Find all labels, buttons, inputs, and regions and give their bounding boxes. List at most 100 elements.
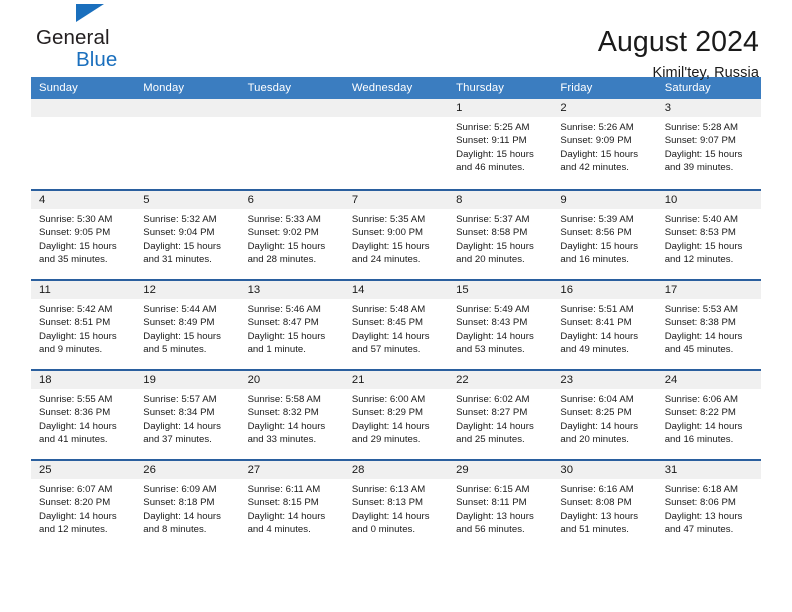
day-details: Sunrise: 6:13 AM Sunset: 8:13 PM Daylight:… [344, 479, 448, 537]
day-detail-line: Sunset: 9:02 PM [247, 227, 319, 239]
day-detail-line: Sunset: 9:05 PM [39, 227, 111, 239]
day-detail-line: and 20 minutes. [560, 434, 629, 446]
day-details: Sunrise: 6:00 AM Sunset: 8:29 PM Daylight:… [344, 389, 448, 447]
calendar-day-cell[interactable]: 2 Sunrise: 5:26 AM Sunset: 9:09 PM Daylight… [552, 99, 657, 189]
day-number: 8 [448, 191, 553, 209]
calendar-day-cell[interactable]: 19 Sunrise: 5:57 AM Sunset: 8:34 PM Dayligh… [135, 371, 240, 459]
calendar-day-cell[interactable]: 21 Sunrise: 6:00 AM Sunset: 8:29 PM Dayligh… [343, 371, 449, 459]
calendar-day-cell[interactable]: 12 Sunrise: 5:44 AM Sunset: 8:49 PM Dayligh… [135, 281, 240, 369]
calendar-day-cell[interactable]: 13 Sunrise: 5:46 AM Sunset: 8:47 PM Dayligh… [239, 281, 344, 369]
day-detail-line: and 39 minutes. [664, 162, 734, 174]
day-detail-line: Sunset: 8:29 PM [351, 407, 424, 419]
calendar-week-row: 1 Sunrise: 5:25 AM Sunset: 9:11 PM Daylight… [31, 99, 761, 189]
day-details: Sunrise: 5:37 AM Sunset: 8:58 PM Daylight:… [448, 209, 552, 267]
day-detail-line: Sunrise: 5:42 AM [39, 304, 113, 315]
day-number: 21 [343, 371, 449, 389]
calendar-day-cell[interactable]: 31 Sunrise: 6:18 AM Sunset: 8:06 PM Dayligh… [656, 461, 761, 549]
day-detail-line: Daylight: 14 hours [560, 330, 639, 342]
day-details: Sunrise: 6:02 AM Sunset: 8:27 PM Daylight:… [448, 389, 552, 447]
day-details: Sunrise: 6:06 AM Sunset: 8:22 PM Daylight:… [657, 389, 761, 447]
calendar-day-cell[interactable]: 20 Sunrise: 5:58 AM Sunset: 8:32 PM Dayligh… [239, 371, 344, 459]
day-detail-line: Sunrise: 5:58 AM [247, 394, 321, 405]
day-details: Sunrise: 5:42 AM Sunset: 8:51 PM Daylight:… [31, 299, 135, 357]
day-detail-line: Daylight: 14 hours [456, 330, 534, 342]
day-detail-line: and 41 minutes. [39, 434, 108, 446]
calendar-day-cell[interactable]: 18 Sunrise: 5:55 AM Sunset: 8:36 PM Dayligh… [31, 371, 136, 459]
calendar-day-cell[interactable]: 4 Sunrise: 5:30 AM Sunset: 9:05 PM Daylight… [31, 191, 136, 279]
day-detail-line: Daylight: 14 hours [143, 510, 221, 522]
day-number: 10 [656, 191, 761, 209]
day-detail-line: Sunset: 8:22 PM [664, 407, 736, 419]
day-details [344, 117, 448, 121]
calendar-day-cell[interactable]: 3 Sunrise: 5:28 AM Sunset: 9:07 PM Daylight… [656, 99, 761, 189]
calendar-day-cell-empty [343, 99, 449, 189]
day-detail-line: and 47 minutes. [664, 524, 734, 536]
calendar-day-cell[interactable]: 9 Sunrise: 5:39 AM Sunset: 8:56 PM Daylight… [552, 191, 657, 279]
day-detail-line: Daylight: 14 hours [456, 420, 534, 432]
day-detail-line: and 46 minutes. [456, 162, 525, 174]
calendar-day-cell[interactable]: 10 Sunrise: 5:40 AM Sunset: 8:53 PM Dayligh… [656, 191, 761, 279]
day-detail-line: and 0 minutes. [351, 524, 416, 536]
day-detail-line: and 35 minutes. [39, 254, 108, 266]
calendar-day-cell[interactable]: 11 Sunrise: 5:42 AM Sunset: 8:51 PM Dayligh… [31, 281, 136, 369]
calendar-week-row: 4 Sunrise: 5:30 AM Sunset: 9:05 PM Daylight… [31, 189, 761, 279]
day-detail-line: Sunset: 9:09 PM [560, 135, 632, 147]
calendar-day-cell[interactable]: 22 Sunrise: 6:02 AM Sunset: 8:27 PM Dayligh… [448, 371, 553, 459]
calendar-day-cell[interactable]: 24 Sunrise: 6:06 AM Sunset: 8:22 PM Dayligh… [656, 371, 761, 459]
day-detail-line: Sunrise: 5:51 AM [560, 304, 634, 315]
day-number: 6 [239, 191, 344, 209]
calendar-day-cell[interactable]: 14 Sunrise: 5:48 AM Sunset: 8:45 PM Dayligh… [343, 281, 449, 369]
day-detail-line: Sunset: 8:45 PM [351, 317, 424, 329]
day-detail-line: Sunrise: 5:49 AM [456, 304, 530, 315]
day-detail-line: Sunrise: 6:15 AM [456, 484, 530, 495]
calendar-day-cell[interactable]: 23 Sunrise: 6:04 AM Sunset: 8:25 PM Dayligh… [552, 371, 657, 459]
day-number: 19 [135, 371, 240, 389]
day-number: 4 [31, 191, 136, 209]
calendar-day-cell[interactable]: 26 Sunrise: 6:09 AM Sunset: 8:18 PM Dayligh… [135, 461, 240, 549]
day-number [135, 99, 240, 117]
day-detail-line: Sunset: 8:51 PM [39, 317, 111, 329]
weekday-tuesday: Tuesday [247, 82, 292, 94]
day-detail-line: Sunrise: 5:25 AM [456, 122, 530, 133]
day-detail-line: Sunrise: 5:37 AM [456, 214, 530, 225]
day-detail-line: Daylight: 14 hours [247, 420, 326, 432]
calendar-day-cell[interactable]: 7 Sunrise: 5:35 AM Sunset: 9:00 PM Daylight… [343, 191, 449, 279]
calendar-day-cell[interactable]: 15 Sunrise: 5:49 AM Sunset: 8:43 PM Dayligh… [448, 281, 553, 369]
day-detail-line: Sunset: 8:13 PM [351, 497, 424, 509]
day-detail-line: Daylight: 15 hours [456, 240, 534, 252]
calendar-day-cell[interactable]: 27 Sunrise: 6:11 AM Sunset: 8:15 PM Dayligh… [239, 461, 344, 549]
day-detail-line: Sunrise: 5:39 AM [560, 214, 634, 225]
calendar-day-cell[interactable]: 6 Sunrise: 5:33 AM Sunset: 9:02 PM Daylight… [239, 191, 344, 279]
calendar-day-cell[interactable]: 8 Sunrise: 5:37 AM Sunset: 8:58 PM Daylight… [448, 191, 553, 279]
day-number: 23 [552, 371, 657, 389]
calendar-day-cell[interactable]: 1 Sunrise: 5:25 AM Sunset: 9:11 PM Daylight… [448, 99, 553, 189]
day-details [135, 117, 239, 121]
day-detail-line: Sunrise: 5:55 AM [39, 394, 113, 405]
calendar-day-cell-empty [135, 99, 240, 189]
calendar-week-row: 18 Sunrise: 5:55 AM Sunset: 8:36 PM Dayligh… [31, 369, 761, 459]
calendar-day-cell[interactable]: 5 Sunrise: 5:32 AM Sunset: 9:04 PM Daylight… [135, 191, 240, 279]
calendar-day-cell[interactable]: 25 Sunrise: 6:07 AM Sunset: 8:20 PM Dayligh… [31, 461, 136, 549]
day-detail-line: Daylight: 14 hours [247, 510, 326, 522]
day-detail-line: Sunset: 8:06 PM [664, 497, 736, 509]
calendar-day-cell[interactable]: 16 Sunrise: 5:51 AM Sunset: 8:41 PM Dayligh… [552, 281, 657, 369]
calendar-day-cell[interactable]: 30 Sunrise: 6:16 AM Sunset: 8:08 PM Dayligh… [552, 461, 657, 549]
day-number [239, 99, 344, 117]
brand-logo[interactable]: General Blue [31, 4, 118, 71]
day-detail-line: Sunset: 8:18 PM [143, 497, 215, 509]
calendar-week-row: 25 Sunrise: 6:07 AM Sunset: 8:20 PM Dayligh… [31, 459, 761, 549]
calendar-day-cell[interactable]: 17 Sunrise: 5:53 AM Sunset: 8:38 PM Dayligh… [656, 281, 761, 369]
day-details: Sunrise: 5:53 AM Sunset: 8:38 PM Daylight:… [657, 299, 761, 357]
title-block: August 2024 Kimil'tey, Russia [598, 27, 761, 81]
day-detail-line: and 56 minutes. [456, 524, 525, 536]
day-detail-line: Sunset: 8:49 PM [143, 317, 215, 329]
calendar-day-cell[interactable]: 28 Sunrise: 6:13 AM Sunset: 8:13 PM Dayligh… [343, 461, 449, 549]
day-detail-line: Daylight: 14 hours [39, 420, 117, 432]
calendar-day-cell[interactable]: 29 Sunrise: 6:15 AM Sunset: 8:11 PM Dayligh… [448, 461, 553, 549]
day-number: 2 [552, 99, 657, 117]
day-detail-line: Sunset: 8:58 PM [456, 227, 528, 239]
day-detail-line: Daylight: 14 hours [351, 330, 430, 342]
calendar-day-cell-empty [239, 99, 344, 189]
brand-name-blue: Blue [76, 47, 118, 71]
day-number: 11 [31, 281, 136, 299]
